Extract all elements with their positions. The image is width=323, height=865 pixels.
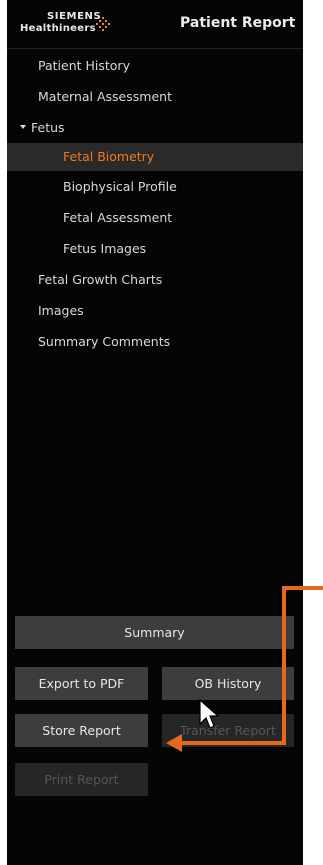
export-to-pdf-button[interactable]: Export to PDF [15,667,148,700]
nav-item-label: Fetal Growth Charts [38,272,163,287]
nav-item-biophysical-profile[interactable]: Biophysical Profile [7,173,303,201]
caret-down-icon[interactable] [20,125,26,129]
nav-item-fetus[interactable]: Fetus [7,114,303,142]
nav-item-images[interactable]: Images [7,297,303,325]
ob-history-button[interactable]: OB History [162,667,294,700]
logo-text-healthineers: Healthineers [20,23,96,34]
nav-item-fetus-images[interactable]: Fetus Images [7,235,303,263]
header-bar: SIEMENS Healthineers Patient Report [7,0,303,49]
summary-button[interactable]: Summary [15,616,294,649]
nav-item-fetal-biometry[interactable]: Fetal Biometry [7,143,303,171]
patient-report-panel: SIEMENS Healthineers Patient Report Pati… [7,0,303,865]
mouse-pointer-icon [199,698,220,729]
nav-item-label: Fetal Assessment [63,210,173,225]
nav-item-patient-history[interactable]: Patient History [7,52,303,80]
nav-item-maternal-assessment[interactable]: Maternal Assessment [7,83,303,111]
nav-item-label: Fetus [31,120,65,135]
nav-item-label: Fetus Images [63,241,147,256]
print-report-button[interactable]: Print Report [15,763,148,796]
nav-item-label: Fetal Biometry [63,149,155,164]
store-report-button[interactable]: Store Report [15,714,148,747]
transfer-report-button[interactable]: Transfer Report [162,714,294,747]
page-title: Patient Report [180,15,296,31]
nav-item-fetal-growth-charts[interactable]: Fetal Growth Charts [7,266,303,294]
nav-item-label: Images [38,303,84,318]
nav-item-label: Summary Comments [38,334,171,349]
nav-item-fetal-assessment[interactable]: Fetal Assessment [7,204,303,232]
nav-item-label: Maternal Assessment [38,89,172,104]
nav-item-label: Biophysical Profile [63,179,177,194]
siemens-healthineers-logo: SIEMENS Healthineers [20,11,125,39]
nav-item-label: Patient History [38,58,130,73]
siemens-dots-logo-icon [95,16,111,32]
nav-item-summary-comments[interactable]: Summary Comments [7,328,303,356]
